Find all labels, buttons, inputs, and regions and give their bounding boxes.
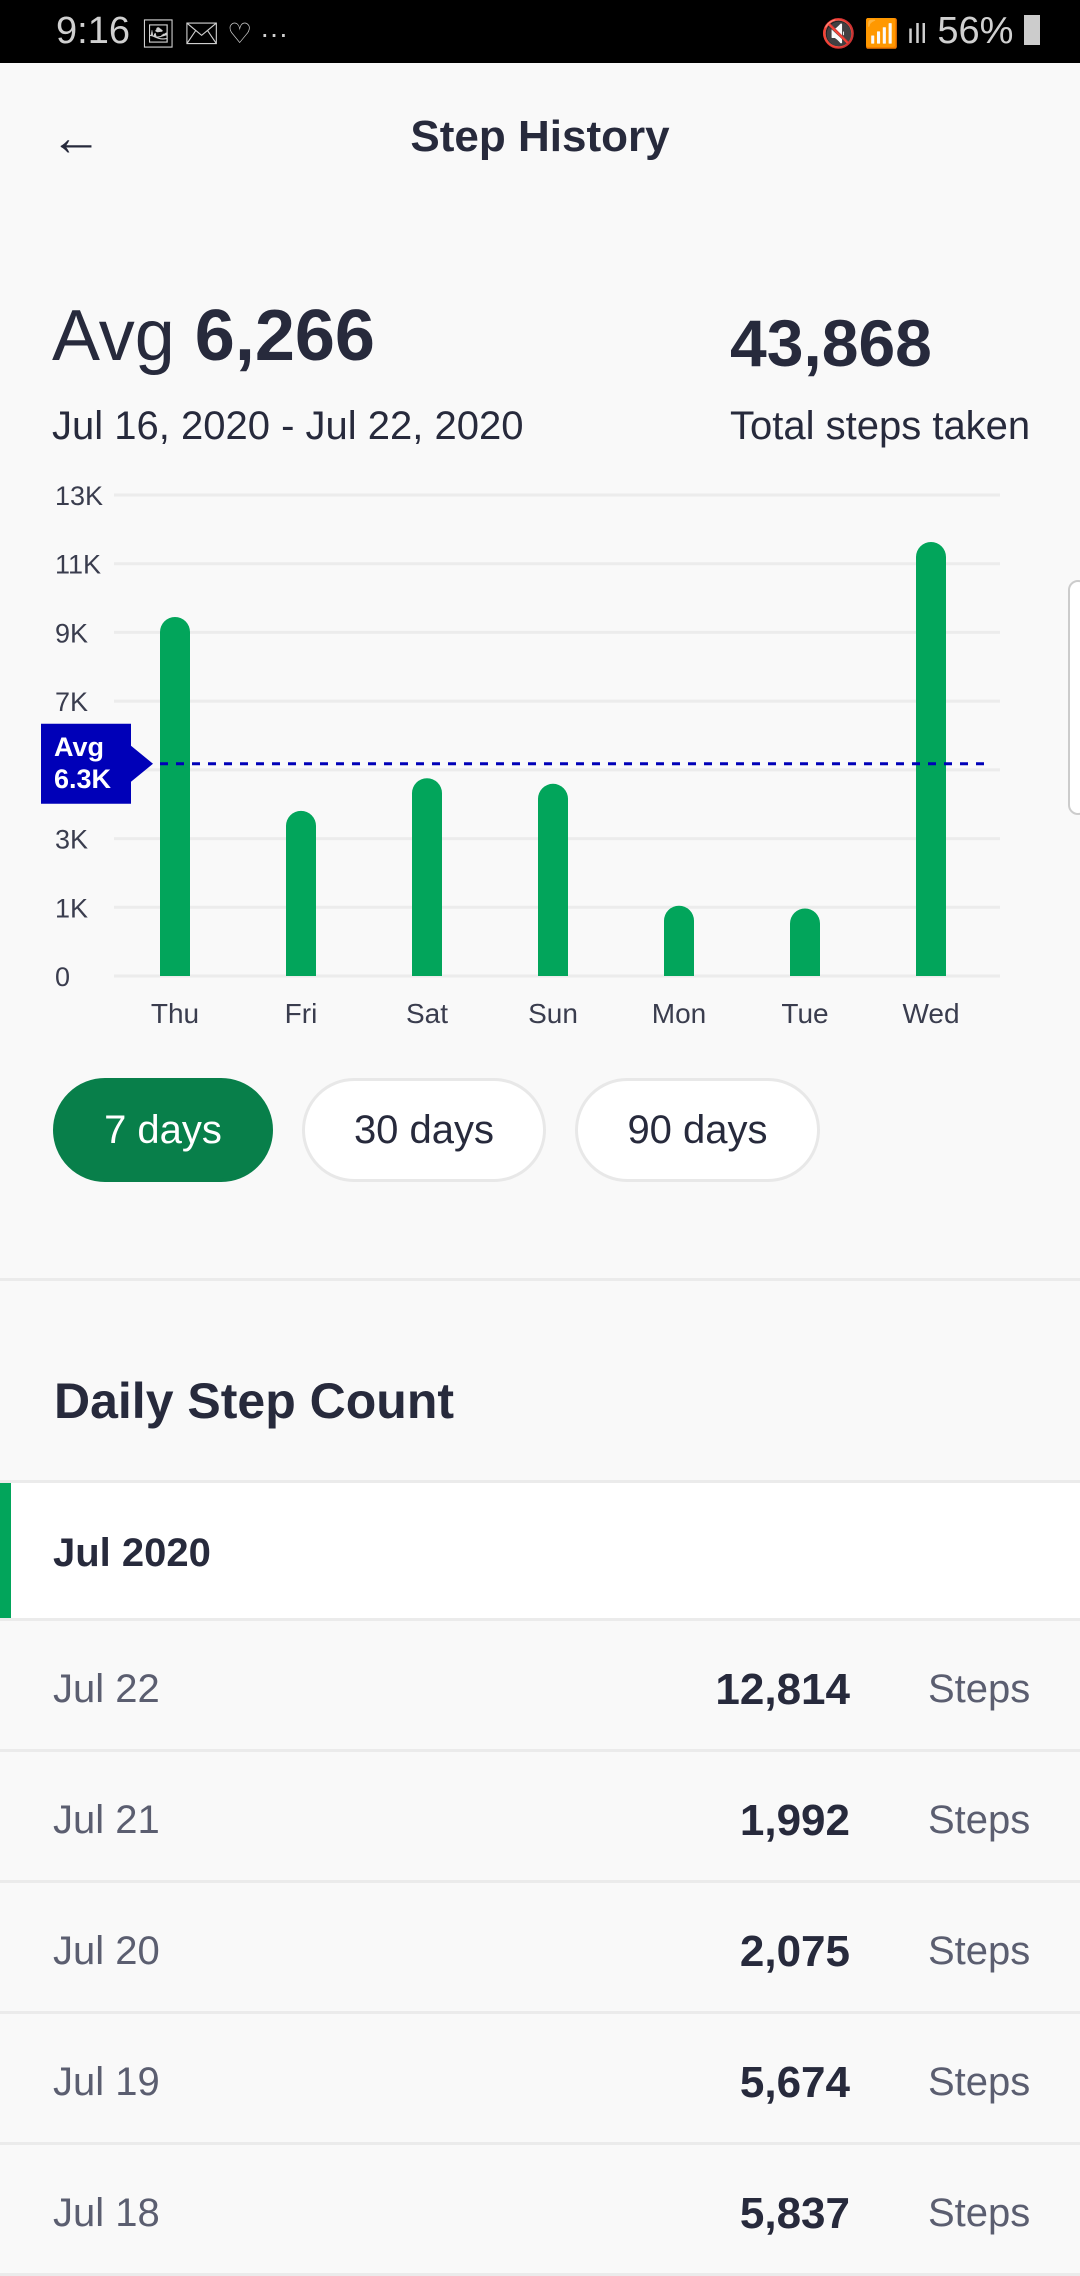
y-tick-label: 13K xyxy=(55,481,103,511)
y-tick-label: 1K xyxy=(55,893,88,923)
row-unit: Steps xyxy=(928,1667,1031,1711)
section-divider xyxy=(0,1278,1080,1281)
bar-sun xyxy=(538,783,568,976)
bar-mon xyxy=(664,905,694,976)
x-tick-label: Thu xyxy=(151,998,199,1029)
notification-icons: 🖼 ✉ ♡ ··· xyxy=(140,18,289,49)
signal-icons: 🔇 📶 ıll xyxy=(821,18,927,49)
x-tick-label: Tue xyxy=(781,998,828,1029)
month-label: Jul 2020 xyxy=(53,1531,211,1575)
daily-step-row[interactable]: Jul 21 1,992 Steps xyxy=(0,1752,1080,1883)
range-90-days-button[interactable]: 90 days xyxy=(575,1078,820,1182)
daily-step-row[interactable]: Jul 22 12,814 Steps xyxy=(0,1621,1080,1752)
total-steps-label: Total steps taken xyxy=(730,404,1031,448)
row-unit: Steps xyxy=(928,2191,1031,2235)
y-tick-label: 3K xyxy=(55,825,88,855)
row-date: Jul 21 xyxy=(53,1798,160,1842)
bar-wed xyxy=(916,541,946,976)
avg-value: 6,266 xyxy=(194,296,375,376)
row-steps: 1,992 xyxy=(739,1796,850,1845)
avg-prefix: Avg xyxy=(52,296,175,376)
x-tick-label: Wed xyxy=(902,998,959,1029)
row-steps: 5,674 xyxy=(739,2058,850,2107)
status-bar: 9:16 🖼 ✉ ♡ ··· 🔇 📶 ıll 56% xyxy=(0,0,1080,63)
month-accent-bar xyxy=(0,1483,11,1618)
bar-tue xyxy=(790,908,820,976)
clock: 9:16 xyxy=(56,10,130,52)
range-7-days-button[interactable]: 7 days xyxy=(53,1078,273,1182)
row-date: Jul 18 xyxy=(53,2191,160,2235)
y-tick-label: 0 xyxy=(55,962,70,992)
row-date: Jul 20 xyxy=(53,1929,160,1973)
page-title: Step History xyxy=(410,112,670,161)
total-steps-value: 43,868 xyxy=(730,306,932,380)
step-bar-chart: 0 1K 3K 7K 9K 11K 13K Thu Fri Sat Sun Mon Tue Wed Avg6… xyxy=(41,481,1000,1029)
row-date: Jul 19 xyxy=(53,2060,160,2104)
daily-step-row[interactable]: Jul 18 5,837 Steps xyxy=(0,2145,1080,2276)
row-unit: Steps xyxy=(928,1929,1031,1973)
date-range: Jul 16, 2020 - Jul 22, 2020 xyxy=(52,404,524,448)
daily-step-count-heading: Daily Step Count xyxy=(54,1373,455,1429)
daily-step-row[interactable]: Jul 19 5,674 Steps xyxy=(0,2014,1080,2145)
bar-sat xyxy=(412,778,442,976)
bar-thu xyxy=(160,616,190,976)
x-tick-label: Mon xyxy=(652,998,706,1029)
y-tick-label: 9K xyxy=(55,618,88,648)
x-tick-label: Sun xyxy=(528,998,578,1029)
average-label: Avg xyxy=(54,732,104,762)
daily-step-row[interactable]: Jul 20 2,075 Steps xyxy=(0,1883,1080,2014)
x-tick-label: Fri xyxy=(285,998,318,1029)
edge-panel-handle[interactable] xyxy=(1068,580,1080,815)
row-steps: 2,075 xyxy=(739,1927,850,1976)
battery-icon xyxy=(1024,15,1040,45)
x-tick-label: Sat xyxy=(406,998,448,1029)
row-unit: Steps xyxy=(928,2060,1031,2104)
y-tick-label: 11K xyxy=(55,550,101,580)
average-steps: Avg 6,266 xyxy=(52,295,375,377)
row-steps: 5,837 xyxy=(739,2189,850,2238)
month-header: Jul 2020 xyxy=(0,1480,1080,1621)
range-30-days-button[interactable]: 30 days xyxy=(302,1078,546,1182)
status-left: 9:16 🖼 ✉ ♡ ··· xyxy=(56,10,288,53)
battery-level: 56% xyxy=(937,10,1014,52)
y-tick-label: 7K xyxy=(55,687,88,717)
average-value-label: 6.3K xyxy=(54,764,112,794)
row-date: Jul 22 xyxy=(53,1667,160,1711)
row-unit: Steps xyxy=(928,1798,1031,1842)
row-steps: 12,814 xyxy=(715,1665,850,1714)
bar-fri xyxy=(286,810,316,976)
status-right: 🔇 📶 ıll 56% xyxy=(821,10,1040,53)
